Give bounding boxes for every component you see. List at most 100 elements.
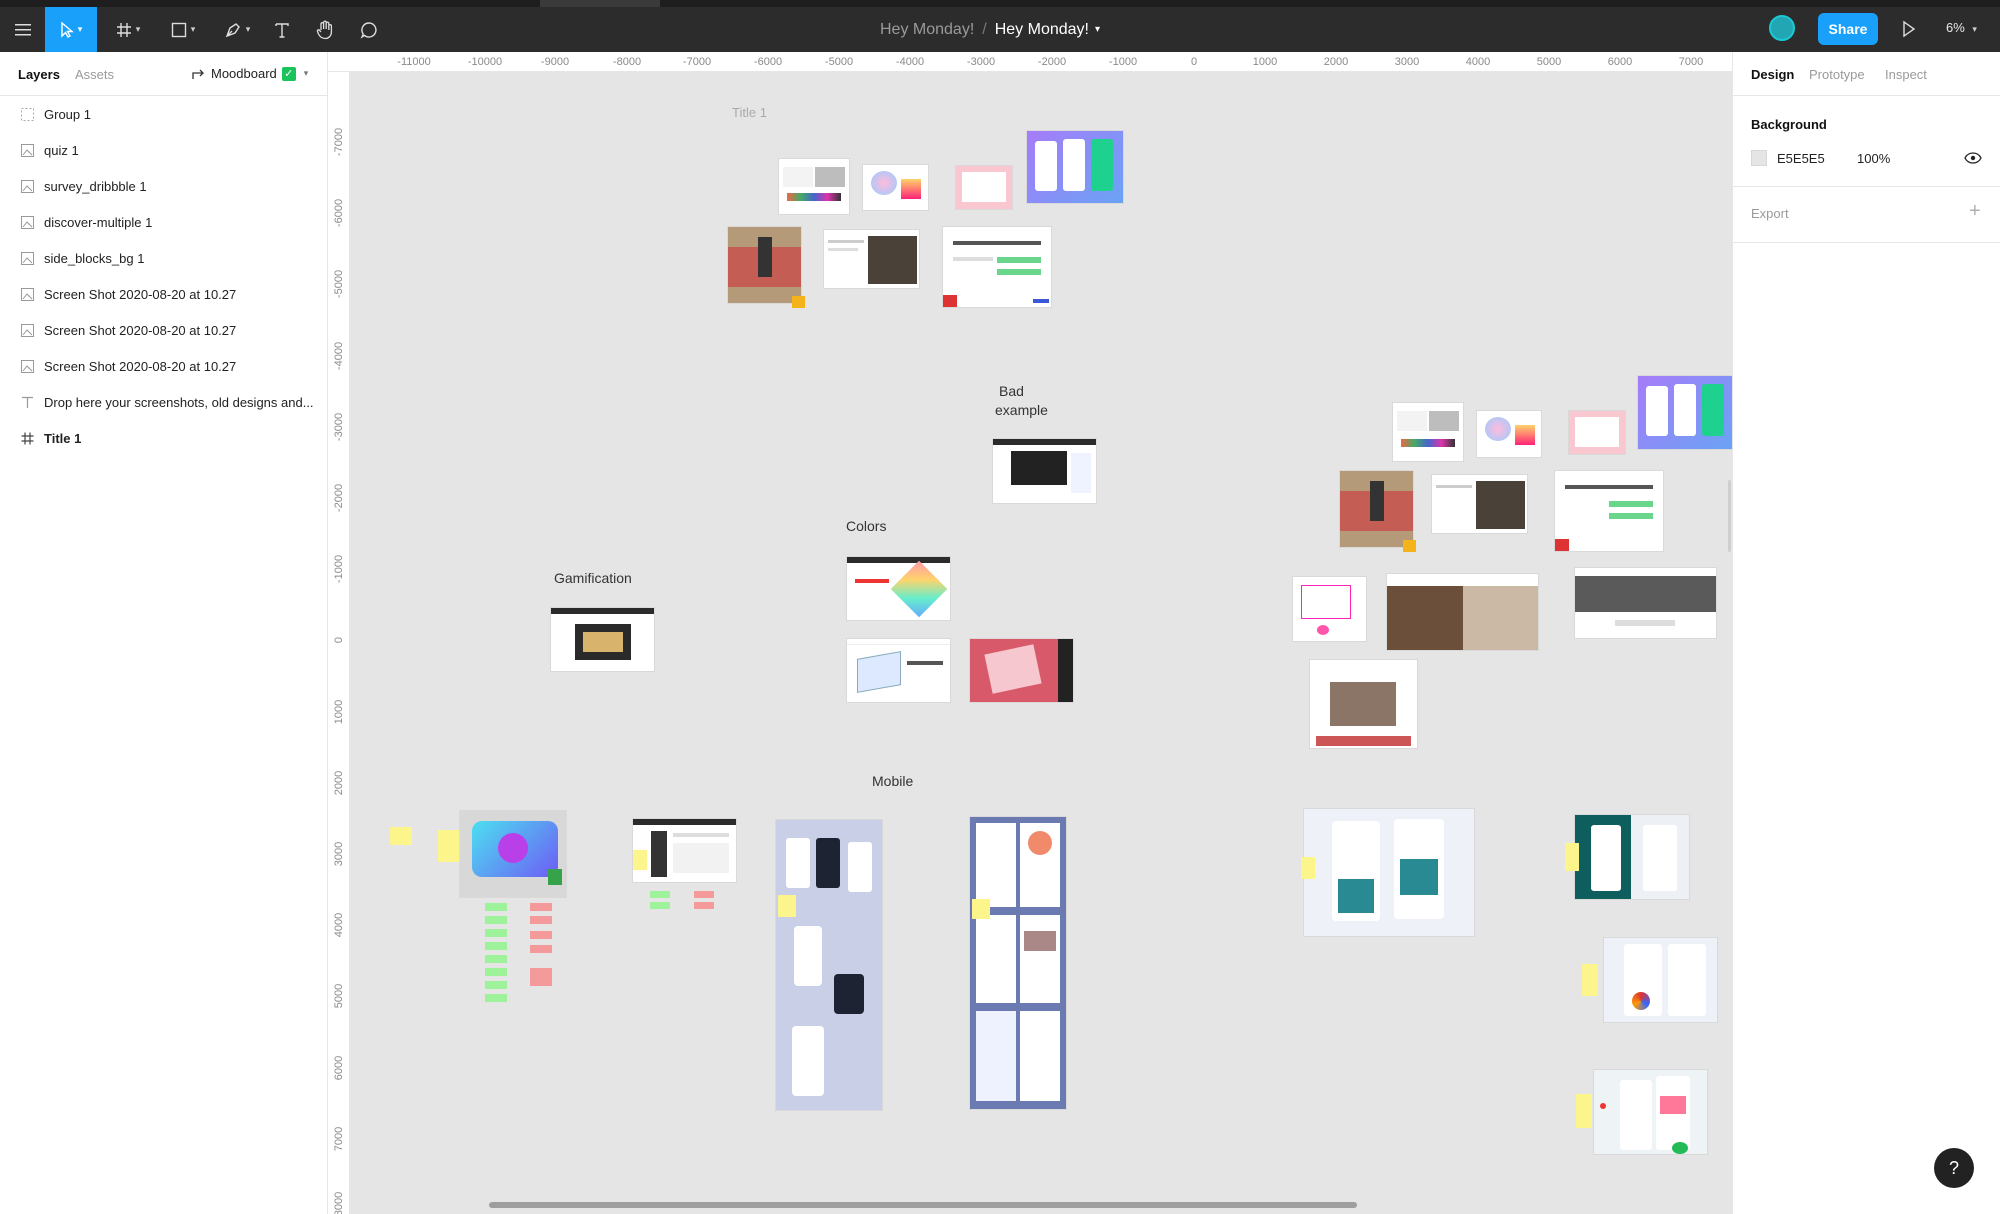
sticky-note[interactable]: [485, 994, 507, 1002]
moodboard-thumbnail[interactable]: [863, 165, 928, 210]
moodboard-thumbnail[interactable]: [1477, 411, 1541, 457]
sticky-note[interactable]: [972, 899, 990, 919]
sticky-note[interactable]: [438, 830, 460, 862]
sticky-note[interactable]: [485, 929, 507, 937]
hand-tool-button[interactable]: [312, 7, 338, 52]
sticky-note[interactable]: [530, 968, 552, 986]
page-selector[interactable]: Moodboard ✓ ▾: [192, 66, 308, 81]
text-tool-button[interactable]: [270, 7, 294, 52]
layer-row[interactable]: Screen Shot 2020-08-20 at 10.27: [0, 312, 327, 348]
comment-pin[interactable]: [1600, 1103, 1606, 1109]
gamification-label[interactable]: Gamification: [554, 570, 632, 586]
moodboard-thumbnail[interactable]: [1555, 471, 1663, 551]
sticky-note[interactable]: [485, 903, 507, 911]
moodboard-photo[interactable]: [728, 227, 801, 303]
colors-thumbnail[interactable]: [847, 557, 950, 620]
colors-thumbnail[interactable]: [970, 639, 1073, 702]
tab-layers[interactable]: Layers: [18, 67, 60, 82]
file-name[interactable]: Hey Monday!: [995, 21, 1089, 39]
canvas-title-label[interactable]: Title 1: [732, 105, 767, 120]
moodboard-thumbnail[interactable]: [779, 159, 849, 214]
mobile-board[interactable]: [1594, 1070, 1707, 1154]
move-tool-button[interactable]: ▾: [45, 7, 97, 52]
moodboard-thumbnail[interactable]: [1569, 411, 1625, 454]
sticky-note[interactable]: [485, 968, 507, 976]
layer-row[interactable]: Drop here your screenshots, old designs …: [0, 384, 327, 420]
sticky-note[interactable]: [633, 850, 647, 870]
moodboard-thumbnail[interactable]: [1432, 475, 1527, 533]
layer-row[interactable]: side_blocks_bg 1: [0, 240, 327, 276]
share-button[interactable]: Share: [1818, 13, 1878, 45]
moodboard-photo[interactable]: [1340, 471, 1413, 547]
sticky-note[interactable]: [1582, 964, 1598, 996]
sticky-note[interactable]: [1576, 1094, 1592, 1128]
vertical-scrollbar[interactable]: [1728, 480, 1731, 552]
moodboard-thumbnail[interactable]: [1393, 403, 1463, 461]
sticky-note[interactable]: [530, 945, 552, 953]
comment-tool-button[interactable]: [356, 7, 382, 52]
document-title[interactable]: Hey Monday! / Hey Monday! ▾: [880, 7, 1100, 52]
sticky-note[interactable]: [650, 891, 670, 898]
layer-row[interactable]: Group 1: [0, 96, 327, 132]
background-opacity-input[interactable]: 100%: [1857, 151, 1890, 166]
colors-thumbnail[interactable]: [847, 639, 950, 702]
sticky-note[interactable]: [778, 895, 796, 917]
sticky-note[interactable]: [792, 296, 805, 308]
sticky-note[interactable]: [530, 931, 552, 939]
moodboard-thumbnail[interactable]: [1575, 568, 1716, 638]
mobile-board[interactable]: [776, 820, 882, 1110]
sticky-note[interactable]: [1301, 857, 1315, 879]
horizontal-scrollbar[interactable]: [489, 1202, 1357, 1208]
layer-row[interactable]: quiz 1: [0, 132, 327, 168]
layer-row[interactable]: Screen Shot 2020-08-20 at 10.27: [0, 276, 327, 312]
sticky-note[interactable]: [1403, 540, 1416, 552]
layer-row[interactable]: discover-multiple 1: [0, 204, 327, 240]
mobile-board[interactable]: [970, 817, 1066, 1109]
mobile-board[interactable]: [1304, 809, 1474, 936]
mobile-board[interactable]: [1575, 815, 1689, 899]
colors-label[interactable]: Colors: [846, 518, 886, 534]
background-color-swatch[interactable]: [1751, 150, 1767, 166]
layer-row[interactable]: Screen Shot 2020-08-20 at 10.27: [0, 348, 327, 384]
tab-prototype[interactable]: Prototype: [1809, 67, 1865, 82]
add-export-plus-icon[interactable]: +: [1969, 200, 1981, 223]
gamification-board[interactable]: [460, 811, 566, 897]
sticky-note[interactable]: [390, 827, 412, 845]
sticky-note[interactable]: [694, 891, 714, 898]
sticky-note[interactable]: [485, 955, 507, 963]
tab-inspect[interactable]: Inspect: [1885, 67, 1927, 82]
sticky-note[interactable]: [1565, 843, 1579, 871]
moodboard-thumbnail[interactable]: [1027, 131, 1123, 203]
moodboard-thumbnail[interactable]: [1310, 660, 1417, 748]
user-avatar[interactable]: [1769, 15, 1795, 41]
moodboard-thumbnail[interactable]: [1293, 577, 1366, 641]
bad-example-label-line2[interactable]: example: [995, 402, 1048, 418]
sticky-note[interactable]: [485, 981, 507, 989]
tab-design[interactable]: Design: [1751, 67, 1794, 82]
sticky-note[interactable]: [485, 916, 507, 924]
tab-assets[interactable]: Assets: [75, 67, 114, 82]
background-hex-input[interactable]: E5E5E5: [1777, 151, 1825, 166]
frame-tool-button[interactable]: ▾: [108, 7, 148, 52]
sticky-note[interactable]: [530, 916, 552, 924]
export-section-title[interactable]: Export: [1751, 206, 1789, 221]
dashboard-thumbnail[interactable]: [633, 819, 736, 882]
bad-example-thumbnail[interactable]: [993, 439, 1096, 503]
zoom-control[interactable]: 6% ▾: [1946, 20, 1977, 35]
sticky-note[interactable]: [650, 902, 670, 909]
project-name[interactable]: Hey Monday!: [880, 21, 974, 39]
sticky-note[interactable]: [485, 942, 507, 950]
moodboard-thumbnail[interactable]: [824, 230, 919, 288]
layer-row[interactable]: survey_dribbble 1: [0, 168, 327, 204]
moodboard-thumbnail[interactable]: [1387, 574, 1538, 650]
design-canvas[interactable]: Title 1 Bad example Colors Gamification …: [350, 73, 1732, 1214]
moodboard-thumbnail[interactable]: [956, 166, 1012, 209]
chevron-down-icon[interactable]: ▾: [1095, 24, 1100, 35]
pen-tool-button[interactable]: ▾: [217, 7, 257, 52]
visibility-eye-icon[interactable]: [1964, 151, 1982, 165]
mobile-board[interactable]: [1604, 938, 1717, 1022]
layer-row[interactable]: Title 1: [0, 420, 327, 456]
help-button[interactable]: ?: [1934, 1148, 1974, 1188]
moodboard-thumbnail[interactable]: [1638, 376, 1732, 449]
main-menu-button[interactable]: [8, 7, 38, 52]
